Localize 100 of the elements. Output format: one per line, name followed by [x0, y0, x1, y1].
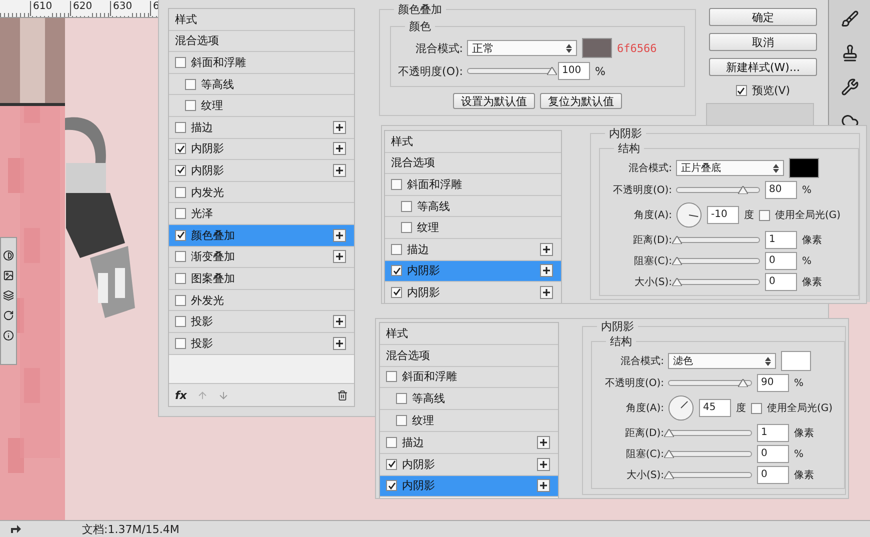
add-icon[interactable]: [537, 436, 550, 449]
slider-thumb[interactable]: [664, 450, 674, 458]
style-item[interactable]: 斜面和浮雕: [169, 52, 354, 74]
add-icon[interactable]: [333, 120, 346, 134]
slider-track[interactable]: [676, 187, 760, 193]
default-button[interactable]: 复位为默认值: [540, 93, 622, 109]
checkbox[interactable]: [391, 265, 402, 276]
checkbox[interactable]: [175, 122, 186, 133]
blend-mode-select[interactable]: 滤色: [668, 353, 776, 369]
checkbox[interactable]: [391, 244, 402, 255]
slider-thumb[interactable]: [664, 471, 674, 479]
number-field[interactable]: 0: [765, 273, 797, 291]
blend-mode-select[interactable]: 正片叠底: [676, 160, 784, 176]
style-item[interactable]: 混合选项: [385, 152, 561, 174]
add-icon[interactable]: [537, 458, 550, 471]
slider-thumb[interactable]: [672, 257, 682, 265]
info-icon[interactable]: [3, 330, 14, 341]
rotate-icon[interactable]: [3, 310, 14, 321]
style-item[interactable]: 等高线: [169, 74, 354, 96]
down-arrow-icon[interactable]: [218, 390, 229, 400]
style-item[interactable]: 描边: [385, 238, 561, 261]
share-icon[interactable]: [10, 524, 22, 534]
style-item[interactable]: 内阴影: [169, 138, 354, 160]
checkbox[interactable]: [386, 458, 397, 470]
checkbox[interactable]: [391, 286, 402, 298]
dialog-button[interactable]: 确定: [709, 8, 817, 26]
checkbox[interactable]: [175, 294, 186, 306]
angle-dial[interactable]: [668, 395, 694, 421]
color-swatch[interactable]: [781, 351, 811, 371]
angle-dial[interactable]: [676, 202, 702, 228]
style-item[interactable]: 外发光: [169, 290, 354, 312]
checkbox[interactable]: [391, 178, 402, 190]
slider-thumb[interactable]: [672, 278, 682, 286]
blend-mode-select[interactable]: 正常: [467, 40, 577, 56]
slider-thumb[interactable]: [738, 379, 748, 387]
checkbox[interactable]: [175, 164, 186, 176]
add-icon[interactable]: [333, 250, 346, 264]
style-item[interactable]: 纹理: [169, 95, 354, 117]
add-icon[interactable]: [333, 228, 346, 242]
slider-thumb[interactable]: [664, 429, 674, 437]
style-item[interactable]: 内阴影: [169, 160, 354, 182]
style-item[interactable]: 纹理: [380, 410, 558, 432]
add-icon[interactable]: [540, 242, 553, 256]
style-item[interactable]: 纹理: [385, 217, 561, 239]
number-field[interactable]: 0: [765, 252, 797, 270]
style-item[interactable]: 等高线: [380, 388, 558, 410]
color-swatch[interactable]: [789, 158, 819, 178]
dialog-button[interactable]: 取消: [709, 33, 817, 51]
number-field[interactable]: 0: [757, 445, 789, 463]
checkbox[interactable]: [175, 272, 186, 284]
checkbox[interactable]: [386, 371, 397, 382]
style-item[interactable]: 描边: [380, 432, 558, 454]
add-icon[interactable]: [537, 479, 550, 492]
style-item[interactable]: 混合选项: [380, 344, 558, 367]
stamp-icon[interactable]: [840, 44, 858, 62]
add-icon[interactable]: [540, 264, 553, 278]
wrench-icon[interactable]: [840, 78, 858, 96]
slider-thumb[interactable]: [672, 236, 682, 244]
checkbox[interactable]: [175, 56, 186, 68]
checkbox[interactable]: [751, 402, 762, 414]
style-item[interactable]: 等高线: [385, 196, 561, 218]
checkbox[interactable]: [175, 143, 186, 154]
add-icon[interactable]: [333, 315, 346, 328]
style-item[interactable]: 描边: [169, 116, 354, 139]
style-item[interactable]: 颜色叠加: [169, 224, 354, 247]
style-item[interactable]: 投影: [169, 332, 354, 354]
checkbox[interactable]: [185, 100, 196, 112]
brush-icon[interactable]: [840, 10, 858, 28]
slider-thumb[interactable]: [738, 186, 748, 194]
number-field[interactable]: 45: [699, 399, 731, 417]
add-icon[interactable]: [333, 164, 346, 177]
checkbox[interactable]: [175, 316, 186, 328]
add-icon[interactable]: [333, 142, 346, 156]
layers-icon[interactable]: [3, 290, 14, 301]
default-button[interactable]: 设置为默认值: [453, 93, 535, 109]
checkbox[interactable]: [736, 85, 747, 96]
checkbox[interactable]: [396, 393, 407, 404]
checkbox[interactable]: [396, 415, 407, 426]
color-swatch[interactable]: [582, 38, 612, 58]
checkbox[interactable]: [759, 210, 770, 220]
style-item[interactable]: 混合选项: [169, 30, 354, 52]
checkbox[interactable]: [175, 230, 186, 241]
style-item[interactable]: 内发光: [169, 182, 354, 204]
number-field[interactable]: -10: [707, 206, 739, 224]
style-item[interactable]: 内阴影: [385, 282, 561, 303]
checkbox[interactable]: [386, 480, 397, 492]
slider-thumb[interactable]: [547, 67, 557, 75]
style-item[interactable]: 图案叠加: [169, 268, 354, 290]
style-item[interactable]: 渐变叠加: [169, 246, 354, 268]
trash-icon[interactable]: [337, 390, 348, 400]
image-icon[interactable]: [3, 270, 14, 281]
style-item[interactable]: 内阴影: [380, 454, 558, 476]
checkbox[interactable]: [175, 208, 186, 220]
add-icon[interactable]: [540, 286, 553, 299]
style-item[interactable]: 样式: [380, 323, 558, 345]
checkbox[interactable]: [175, 338, 186, 349]
style-item[interactable]: 斜面和浮雕: [380, 366, 558, 388]
style-item[interactable]: 投影: [169, 311, 354, 333]
style-item[interactable]: 内阴影: [385, 260, 561, 282]
style-item[interactable]: 光泽: [169, 203, 354, 225]
